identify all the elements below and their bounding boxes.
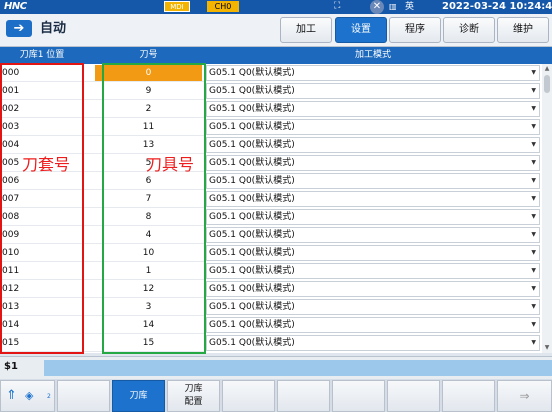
close-icon[interactable]: ✕ [370,0,384,14]
tool-annotation-label: 刀具号 [146,155,195,174]
softkey-7[interactable] [387,380,440,412]
tab-machining[interactable]: 加工 [280,17,332,43]
auto-mode-label: 自动 [40,21,67,36]
tab-maintenance[interactable]: 维护 [497,17,549,43]
table-header: 刀库1 位置 刀号 加工模式 [0,47,552,64]
dropdown-arrow-icon: ▼ [531,267,536,274]
mode-value: G05.1 Q0(默认模式) [209,248,295,258]
mode-indicator: MDI [164,1,190,12]
keyboard-icon[interactable]: ▥ [389,1,397,13]
mode-value: G05.1 Q0(默认模式) [209,338,295,348]
column-header-position: 刀库1 位置 [19,50,65,60]
mode-select[interactable]: G05.1 Q0(默认模式) ▼ [206,227,540,243]
softkey-magazine-config[interactable]: 刀库 配置 [167,380,220,412]
dropdown-arrow-icon: ▼ [531,303,536,310]
next-page-arrow-icon: ⇒ [519,389,530,403]
mode-select[interactable]: G05.1 Q0(默认模式) ▼ [206,101,540,117]
dropdown-arrow-icon: ▼ [531,285,536,292]
table-scrollbar[interactable] [542,64,552,353]
pocket-annotation-label: 刀套号 [22,155,71,174]
dropdown-arrow-icon: ▼ [531,339,536,346]
return-up-icon: ⇑ [6,388,17,403]
mode-select[interactable]: G05.1 Q0(默认模式) ▼ [206,191,540,207]
mode-select[interactable]: G05.1 Q0(默认模式) ▼ [206,263,540,279]
softkey-8[interactable] [442,380,495,412]
clock: 2022-03-24 10:24:42 [442,1,552,12]
softkey-label: 刀库 [129,391,148,401]
dropdown-arrow-icon: ▼ [531,231,536,238]
column-header-tool: 刀号 [139,50,158,60]
dropdown-arrow-icon: ▼ [531,321,536,328]
mode-value: G05.1 Q0(默认模式) [209,140,295,150]
dropdown-arrow-icon: ▼ [531,213,536,220]
tab-settings[interactable]: 设置 [335,17,387,43]
mode-value: G05.1 Q0(默认模式) [209,320,295,330]
mode-select[interactable]: G05.1 Q0(默认模式) ▼ [206,299,540,315]
tool-column-highlight [102,63,206,354]
language-indicator[interactable]: 英 [405,0,414,14]
softkey-5[interactable] [277,380,330,412]
softkey-next-page[interactable]: ⇒ [497,380,552,412]
mode-select[interactable]: G05.1 Q0(默认模式) ▼ [206,83,540,99]
softkey-label: 刀库 [184,384,203,394]
softkey-tool-magazine[interactable]: 刀库 [112,380,165,412]
mode-value: G05.1 Q0(默认模式) [209,68,295,78]
dropdown-arrow-icon: ▼ [531,195,536,202]
mode-select[interactable]: G05.1 Q0(默认模式) ▼ [206,317,540,333]
dropdown-arrow-icon: ▼ [531,249,536,256]
column-header-mode: 加工模式 [354,50,391,60]
pocket-column-highlight [0,63,84,354]
scroll-thumb[interactable] [544,75,550,93]
scroll-down-icon[interactable]: ▼ [542,343,552,353]
dropdown-arrow-icon: ▼ [531,177,536,184]
mode-value: G05.1 Q0(默认模式) [209,266,295,276]
mode-select[interactable]: G05.1 Q0(默认模式) ▼ [206,119,540,135]
command-input[interactable] [44,360,552,376]
mode-value: G05.1 Q0(默认模式) [209,158,295,168]
mode-value: G05.1 Q0(默认模式) [209,86,295,96]
mode-select[interactable]: G05.1 Q0(默认模式) ▼ [206,335,540,351]
dropdown-arrow-icon: ▼ [531,123,536,130]
dropdown-arrow-icon: ▼ [531,141,536,148]
mode-select[interactable]: G05.1 Q0(默认模式) ▼ [206,173,540,189]
mode-select[interactable]: G05.1 Q0(默认模式) ▼ [206,209,540,225]
layers-icon: ◈ [25,389,34,402]
tab-diagnosis[interactable]: 诊断 [443,17,495,43]
hnc-logo: HNC [4,1,27,12]
channel-indicator: CH0 [207,1,239,12]
mode-select[interactable]: G05.1 Q0(默认模式) ▼ [206,65,540,81]
dropdown-arrow-icon: ▼ [531,87,536,94]
mode-value: G05.1 Q0(默认模式) [209,122,295,132]
tab-program[interactable]: 程序 [389,17,441,43]
mode-value: G05.1 Q0(默认模式) [209,212,295,222]
mode-value: G05.1 Q0(默认模式) [209,104,295,114]
mode-value: G05.1 Q0(默认模式) [209,284,295,294]
scroll-up-icon[interactable]: ▲ [542,64,552,74]
mode-select[interactable]: G05.1 Q0(默认模式) ▼ [206,137,540,153]
mode-select[interactable]: G05.1 Q0(默认模式) ▼ [206,155,540,171]
mode-select[interactable]: G05.1 Q0(默认模式) ▼ [206,245,540,261]
softkey-1[interactable] [57,380,110,412]
network-status-icon: ⛶ [334,1,341,11]
mode-value: G05.1 Q0(默认模式) [209,302,295,312]
mode-value: G05.1 Q0(默认模式) [209,176,295,186]
page-indicator: 2 [47,393,51,400]
auto-mode-arrow-icon: ➔ [6,20,32,37]
softkey-4[interactable] [222,380,275,412]
softkey-6[interactable] [332,380,385,412]
softkey-label-line2: 配置 [184,397,203,407]
mode-select[interactable]: G05.1 Q0(默认模式) ▼ [206,281,540,297]
dropdown-arrow-icon: ▼ [531,69,536,76]
mode-value: G05.1 Q0(默认模式) [209,194,295,204]
dropdown-arrow-icon: ▼ [531,105,536,112]
dropdown-arrow-icon: ▼ [531,159,536,166]
softkey-return[interactable]: ⇑ ◈ 2 [0,380,55,412]
mode-value: G05.1 Q0(默认模式) [209,230,295,240]
channel-prompt: $1 [4,361,18,372]
